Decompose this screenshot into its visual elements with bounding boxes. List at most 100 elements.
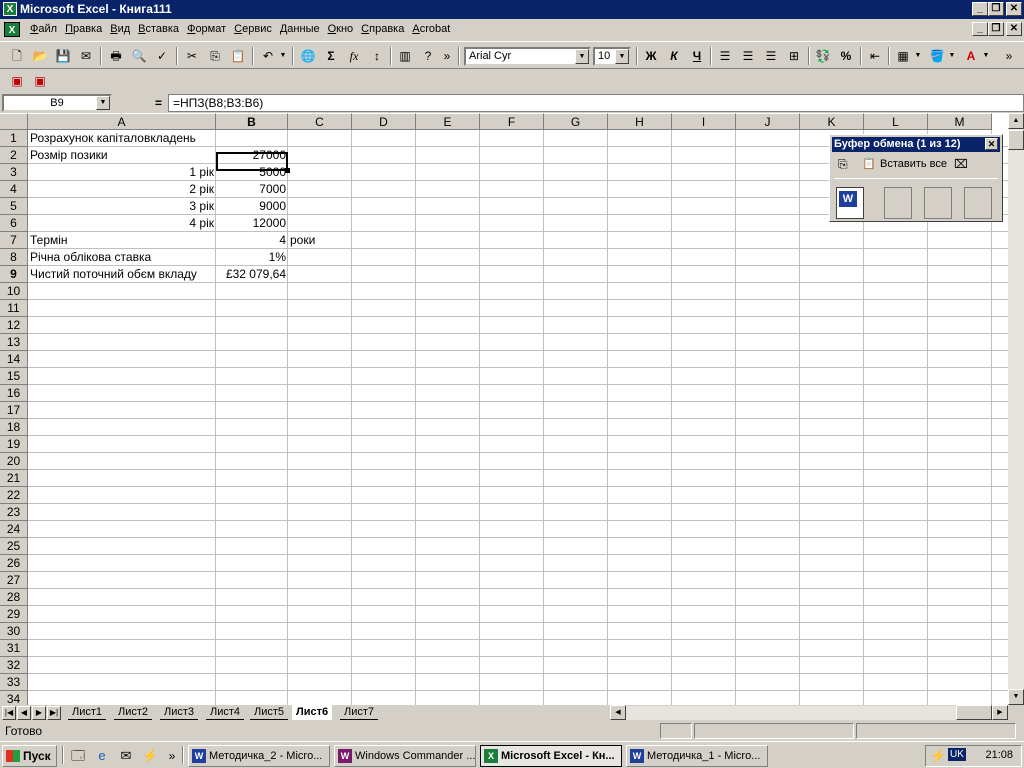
scroll-up-icon[interactable]: ▲ (1008, 113, 1024, 129)
bold-button[interactable]: Ж (640, 46, 662, 66)
formula-input[interactable]: =НПЗ(B8;B3:B6) (168, 94, 1024, 112)
row-header-33[interactable]: 33 (0, 674, 28, 691)
menu-edit[interactable]: Правка (61, 23, 106, 35)
task-button[interactable]: W Методичка_1 - Micro... (626, 745, 768, 767)
save-icon[interactable]: 💾 (52, 46, 74, 66)
paste-all-button[interactable]: 📋 Вставить все (862, 156, 947, 172)
spelling-icon[interactable]: ✓ (151, 46, 173, 66)
column-header-c[interactable]: C (288, 113, 352, 130)
row-header-26[interactable]: 26 (0, 555, 28, 572)
doc-minimize-button[interactable]: _ (972, 22, 988, 36)
font-color-dropdown-icon[interactable]: ▼ (980, 46, 992, 66)
launcher-icon[interactable]: ⚡ (142, 748, 158, 764)
pdf-convert-icon[interactable]: ▣ (6, 71, 28, 91)
row-header-5[interactable]: 5 (0, 198, 28, 215)
fill-dropdown-icon[interactable]: ▼ (946, 46, 958, 66)
align-left-icon[interactable]: ☰ (714, 46, 736, 66)
chart-wizard-icon[interactable]: ▥ (394, 46, 416, 66)
cell-b8[interactable]: 1% (216, 249, 288, 266)
column-header-g[interactable]: G (544, 113, 608, 130)
menu-tools[interactable]: Сервис (230, 23, 276, 35)
column-header-h[interactable]: H (608, 113, 672, 130)
chevron-down-icon[interactable]: ▼ (96, 96, 110, 110)
function-icon[interactable]: fx (343, 46, 365, 66)
column-header-l[interactable]: L (864, 113, 928, 130)
equals-sign[interactable]: = (155, 96, 162, 110)
cell-a4[interactable]: 2 рік (28, 181, 216, 198)
clipboard-item-empty[interactable] (964, 187, 992, 219)
row-header-10[interactable]: 10 (0, 283, 28, 300)
row-header-22[interactable]: 22 (0, 487, 28, 504)
menu-data[interactable]: Данные (276, 23, 324, 35)
cell-b9[interactable]: £32 079,64 (216, 266, 288, 283)
copy-icon[interactable]: ⎘ (204, 46, 226, 66)
pdf-email-icon[interactable]: ▣ (29, 71, 51, 91)
sheet-tab-7[interactable]: Лист7 (340, 705, 379, 720)
hyperlink-icon[interactable]: 🌐 (297, 46, 319, 66)
row-header-25[interactable]: 25 (0, 538, 28, 555)
clipboard-item-word[interactable]: W (836, 187, 864, 219)
cell-c7[interactable]: роки (288, 232, 317, 249)
cell-a3[interactable]: 1 рік (28, 164, 216, 181)
row-header-18[interactable]: 18 (0, 419, 28, 436)
restore-button[interactable]: ❐ (988, 2, 1004, 16)
row-header-9[interactable]: 9 (0, 266, 28, 283)
internet-explorer-icon[interactable]: e (94, 748, 110, 764)
last-sheet-icon[interactable]: ▶| (47, 706, 61, 720)
sheet-tab-2[interactable]: Лист2 (114, 705, 153, 720)
clipboard-close-icon[interactable]: ✕ (985, 138, 998, 150)
fill-color-icon[interactable]: 🪣 (926, 46, 948, 66)
row-header-19[interactable]: 19 (0, 436, 28, 453)
row-header-24[interactable]: 24 (0, 521, 28, 538)
cell-a8[interactable]: Річна облікова ставка (28, 249, 153, 266)
row-header-21[interactable]: 21 (0, 470, 28, 487)
cell-a2[interactable]: Розмір позики (28, 147, 110, 164)
scroll-thumb-horizontal[interactable] (956, 705, 992, 720)
row-header-28[interactable]: 28 (0, 589, 28, 606)
cell-b5[interactable]: 9000 (216, 198, 288, 215)
cell-a5[interactable]: 3 рік (28, 198, 216, 215)
paste-icon[interactable]: 📋 (227, 46, 249, 66)
task-button-active[interactable]: X Microsoft Excel - Кн... (480, 745, 622, 767)
cut-icon[interactable]: ✂ (181, 46, 203, 66)
currency-icon[interactable]: 💱 (812, 46, 834, 66)
cell-a9[interactable]: Чистий поточний обєм вкладу (28, 266, 199, 283)
clear-clipboard-icon[interactable]: ⌧ (954, 157, 968, 171)
more-buttons-icon[interactable]: » (440, 46, 454, 66)
sheet-tab-1[interactable]: Лист1 (68, 705, 107, 720)
first-sheet-icon[interactable]: |◀ (2, 706, 16, 720)
select-all-corner[interactable] (0, 113, 28, 130)
more-format-buttons-icon[interactable]: » (1002, 46, 1016, 66)
row-header-27[interactable]: 27 (0, 572, 28, 589)
new-icon[interactable]: 🗋 (6, 46, 28, 66)
cell-a7[interactable]: Термін (28, 232, 70, 249)
menu-insert[interactable]: Вставка (134, 23, 183, 35)
doc-restore-button[interactable]: ❐ (988, 22, 1004, 36)
underline-button[interactable]: Ч (686, 46, 708, 66)
menu-help[interactable]: Справка (357, 23, 408, 35)
percent-button[interactable]: % (835, 46, 857, 66)
merge-center-icon[interactable]: ⊞ (783, 46, 805, 66)
chevron-down-icon[interactable]: ▼ (575, 49, 589, 64)
sheet-tab-6[interactable]: Лист6 (292, 705, 333, 720)
name-box[interactable]: B9 ▼ (2, 94, 112, 112)
clock[interactable]: 21:08 (985, 749, 1013, 761)
workbook-icon[interactable]: X (4, 22, 20, 37)
open-icon[interactable]: 📂 (29, 46, 51, 66)
undo-icon[interactable]: ↶ (257, 46, 279, 66)
clipboard-item-empty[interactable] (884, 187, 912, 219)
row-header-17[interactable]: 17 (0, 402, 28, 419)
sheet-tab-5[interactable]: Лист5 (250, 705, 289, 720)
menu-acrobat[interactable]: Acrobat (408, 23, 454, 35)
more-quicklaunch-icon[interactable]: » (164, 748, 180, 764)
font-name-select[interactable]: Arial Cyr ▼ (464, 47, 591, 66)
font-color-icon[interactable]: A (960, 46, 982, 66)
vertical-scrollbar[interactable]: ▲ ▼ (1008, 113, 1024, 705)
italic-button[interactable]: К (663, 46, 685, 66)
close-button[interactable]: ✕ (1006, 2, 1022, 16)
prev-sheet-icon[interactable]: ◀ (17, 706, 31, 720)
row-header-3[interactable]: 3 (0, 164, 28, 181)
help-icon[interactable]: ? (417, 46, 439, 66)
menu-window[interactable]: Окно (324, 23, 358, 35)
row-header-2[interactable]: 2 (0, 147, 28, 164)
